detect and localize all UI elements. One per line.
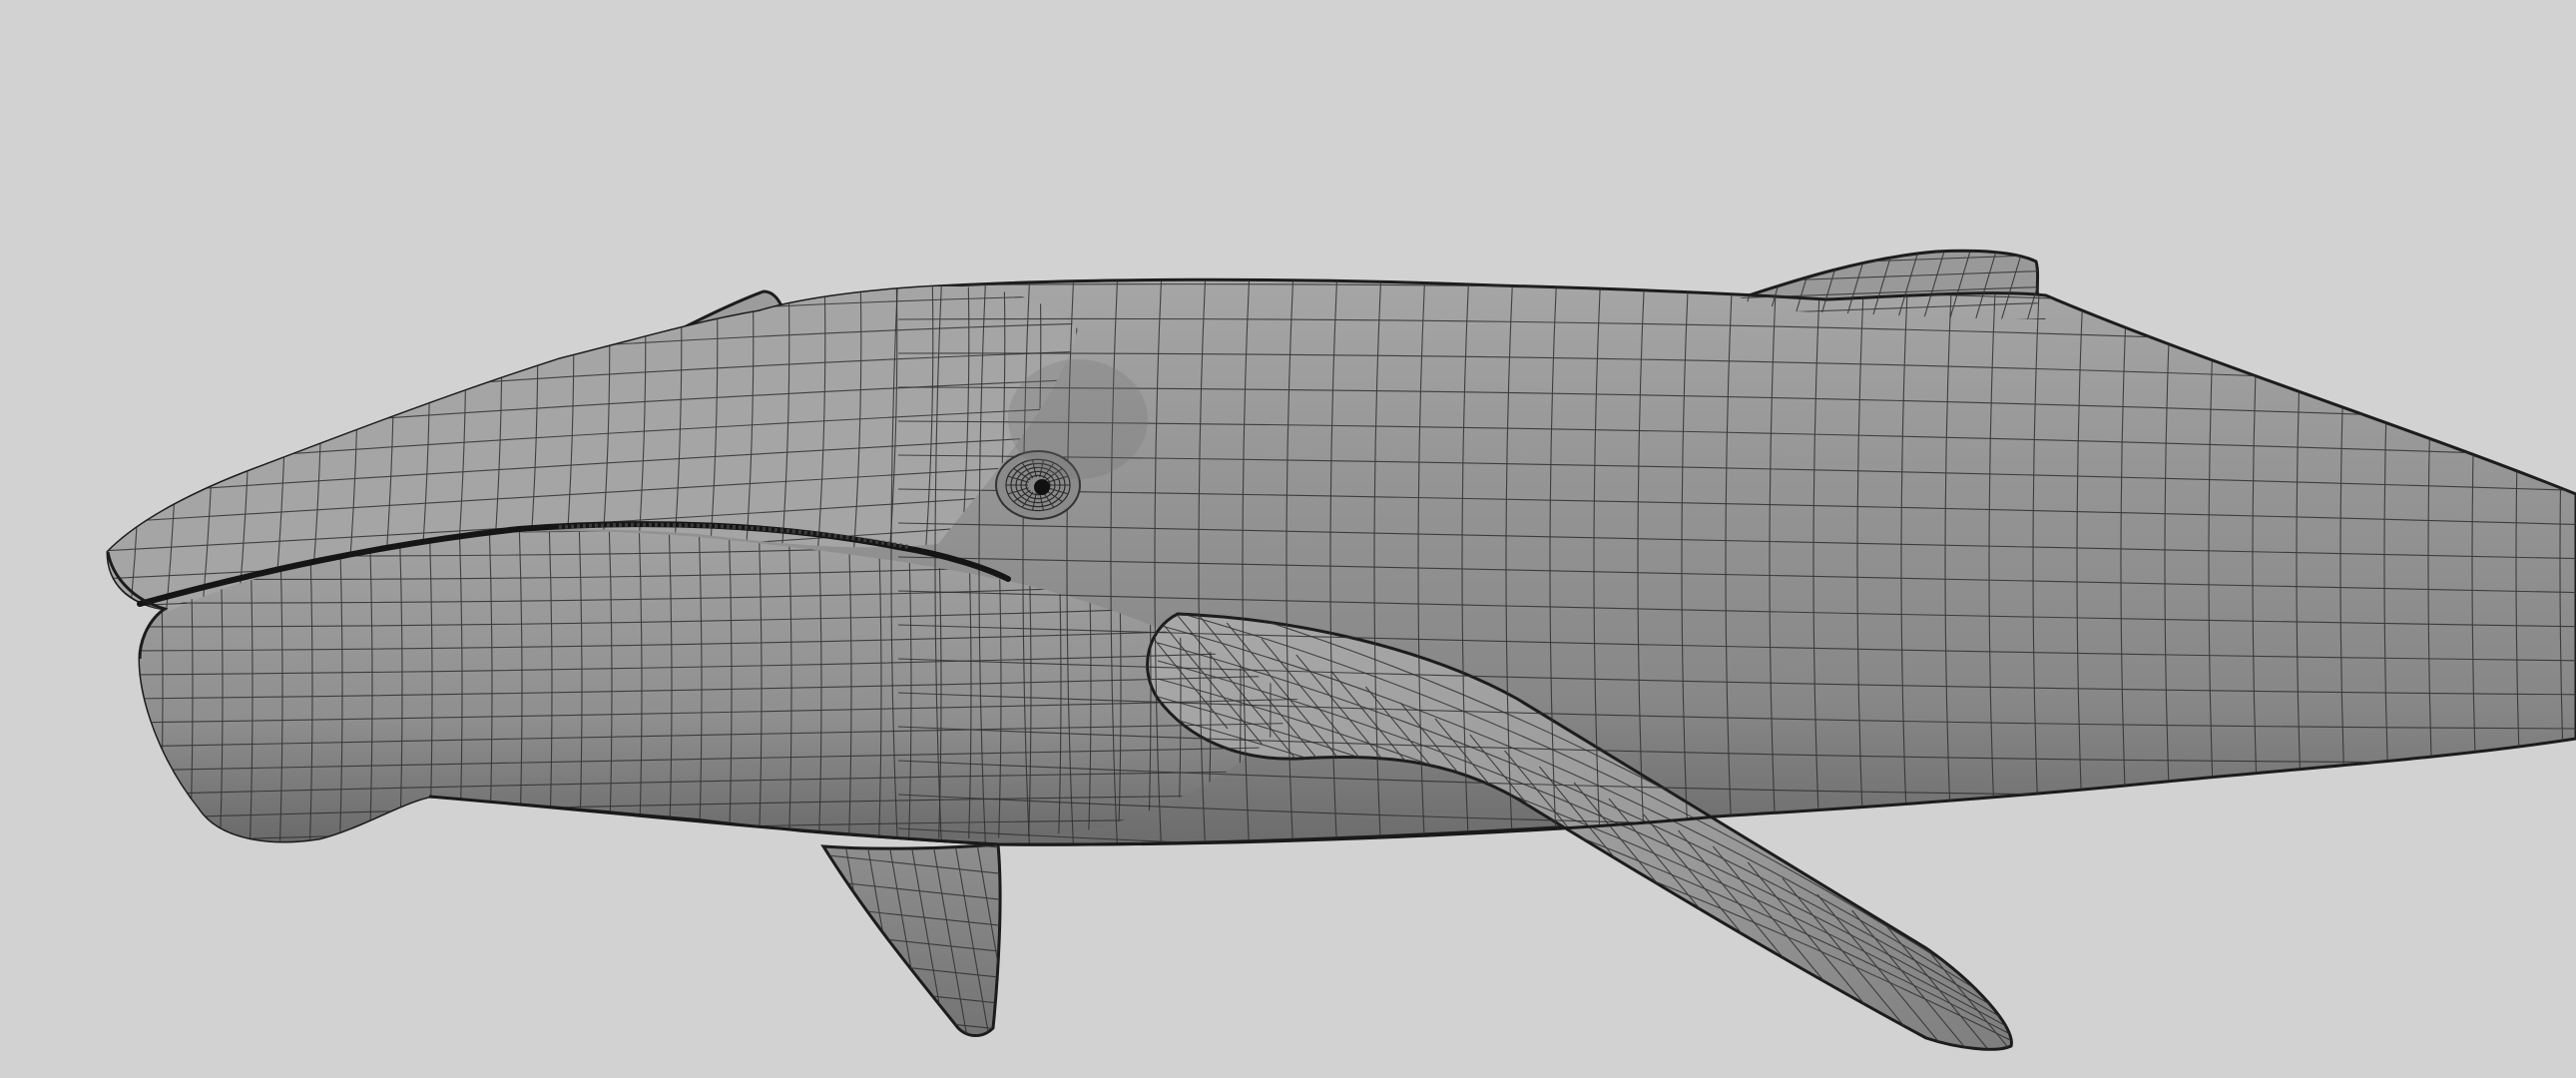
eye-socket-shade <box>1008 359 1148 479</box>
whale-wireframe-model <box>106 249 2576 1051</box>
modeling-viewport[interactable] <box>0 0 2576 1078</box>
